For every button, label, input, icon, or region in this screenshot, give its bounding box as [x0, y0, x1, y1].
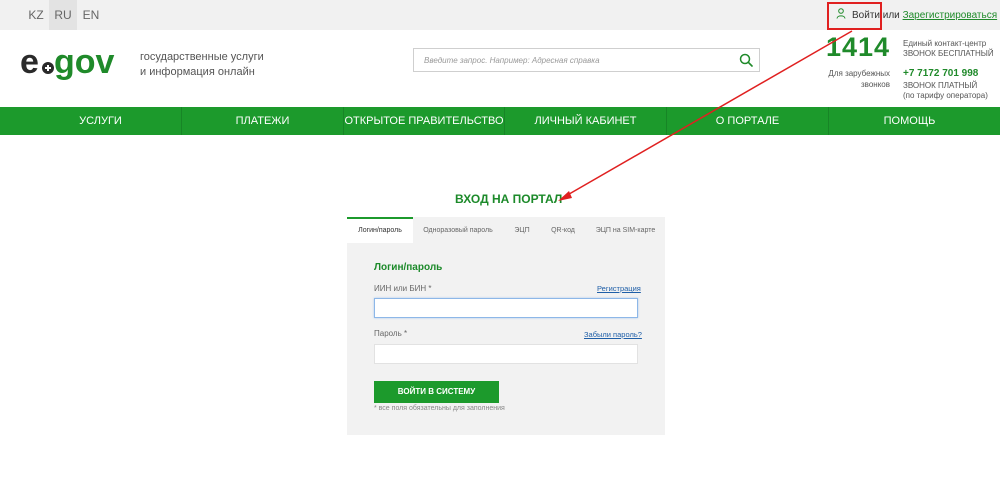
form-title: Логин/пароль — [374, 262, 443, 273]
lang-ru[interactable]: RU — [49, 0, 77, 30]
registration-link[interactable]: Регистрация — [597, 284, 641, 293]
paid-line-2: (по тарифу оператора) — [903, 91, 988, 100]
tagline-line-1: государственные услуги — [140, 51, 264, 63]
login-submit-button[interactable]: ВОЙТИ В СИСТЕМУ — [374, 381, 499, 403]
top-login-area: Войти или Зарегистрироваться — [836, 8, 997, 21]
user-icon — [836, 8, 846, 19]
main-nav: УСЛУГИ ПЛАТЕЖИ ОТКРЫТОЕ ПРАВИТЕЛЬСТВО ЛИ… — [0, 107, 1000, 135]
tab-eds-sim[interactable]: ЭЦП на SIM-карте — [589, 217, 662, 243]
page-title: ВХОД НА ПОРТАЛ — [455, 192, 563, 206]
lang-en[interactable]: EN — [77, 0, 105, 30]
password-label: Пароль * — [374, 329, 408, 338]
svg-text:e: e — [20, 43, 39, 81]
nav-item-payments[interactable]: ПЛАТЕЖИ — [182, 107, 344, 135]
search-box — [413, 48, 760, 72]
login-panel: Логин/пароль Одноразовый пароль ЭЦП QR-к… — [347, 217, 665, 435]
brand-tagline: государственные услуги и информация онла… — [140, 50, 280, 80]
nav-item-services[interactable]: УСЛУГИ — [20, 107, 182, 135]
iin-label: ИИН или БИН * — [374, 284, 432, 293]
search-input[interactable] — [414, 49, 734, 71]
required-fields-note: * все поля обязательны для заполнения — [374, 405, 505, 412]
or-text: или — [882, 10, 900, 21]
tab-login-password[interactable]: Логин/пароль — [347, 217, 413, 243]
abroad-line-1: Для зарубежных — [828, 69, 890, 78]
login-link[interactable]: Войти — [852, 10, 880, 21]
nav-item-help[interactable]: ПОМОЩЬ — [829, 107, 990, 135]
password-input[interactable] — [374, 344, 638, 364]
tagline-line-2: и информация онлайн — [140, 66, 255, 78]
abroad-calls-label: Для зарубежных звонков — [820, 68, 890, 90]
contact-center-label: Единый контакт-центр ЗВОНОК БЕСПЛАТНЫЙ — [903, 39, 994, 59]
contact-center-line-1: Единый контакт-центр — [903, 39, 987, 48]
abroad-line-2: звонков — [861, 80, 890, 89]
tab-eds[interactable]: ЭЦП — [503, 217, 541, 243]
contact-center-line-2: ЗВОНОК БЕСПЛАТНЫЙ — [903, 49, 994, 58]
hotline-number: 1414 — [826, 32, 891, 62]
lang-kz[interactable]: KZ — [23, 0, 49, 30]
paid-line-1: ЗВОНОК ПЛАТНЫЙ — [903, 81, 978, 90]
svg-text:gov: gov — [54, 43, 115, 81]
tab-one-time-password[interactable]: Одноразовый пароль — [417, 217, 499, 243]
egov-logo[interactable]: e gov — [20, 42, 132, 82]
paid-call-label: ЗВОНОК ПЛАТНЫЙ (по тарифу оператора) — [903, 81, 988, 101]
tab-qr-code[interactable]: QR-код — [544, 217, 582, 243]
paid-phone-number: +7 7172 701 998 — [903, 68, 979, 79]
nav-item-personal-cabinet[interactable]: ЛИЧНЫЙ КАБИНЕТ — [505, 107, 667, 135]
nav-item-about[interactable]: О ПОРТАЛЕ — [667, 107, 829, 135]
forgot-password-link[interactable]: Забыли пароль? — [584, 330, 642, 339]
search-icon[interactable] — [739, 53, 753, 67]
register-top-link[interactable]: Зарегистрироваться — [903, 10, 998, 21]
nav-item-open-government[interactable]: ОТКРЫТОЕ ПРАВИТЕЛЬСТВО — [344, 107, 505, 135]
iin-input[interactable] — [374, 298, 638, 318]
login-method-tabs: Логин/пароль Одноразовый пароль ЭЦП QR-к… — [347, 217, 665, 243]
